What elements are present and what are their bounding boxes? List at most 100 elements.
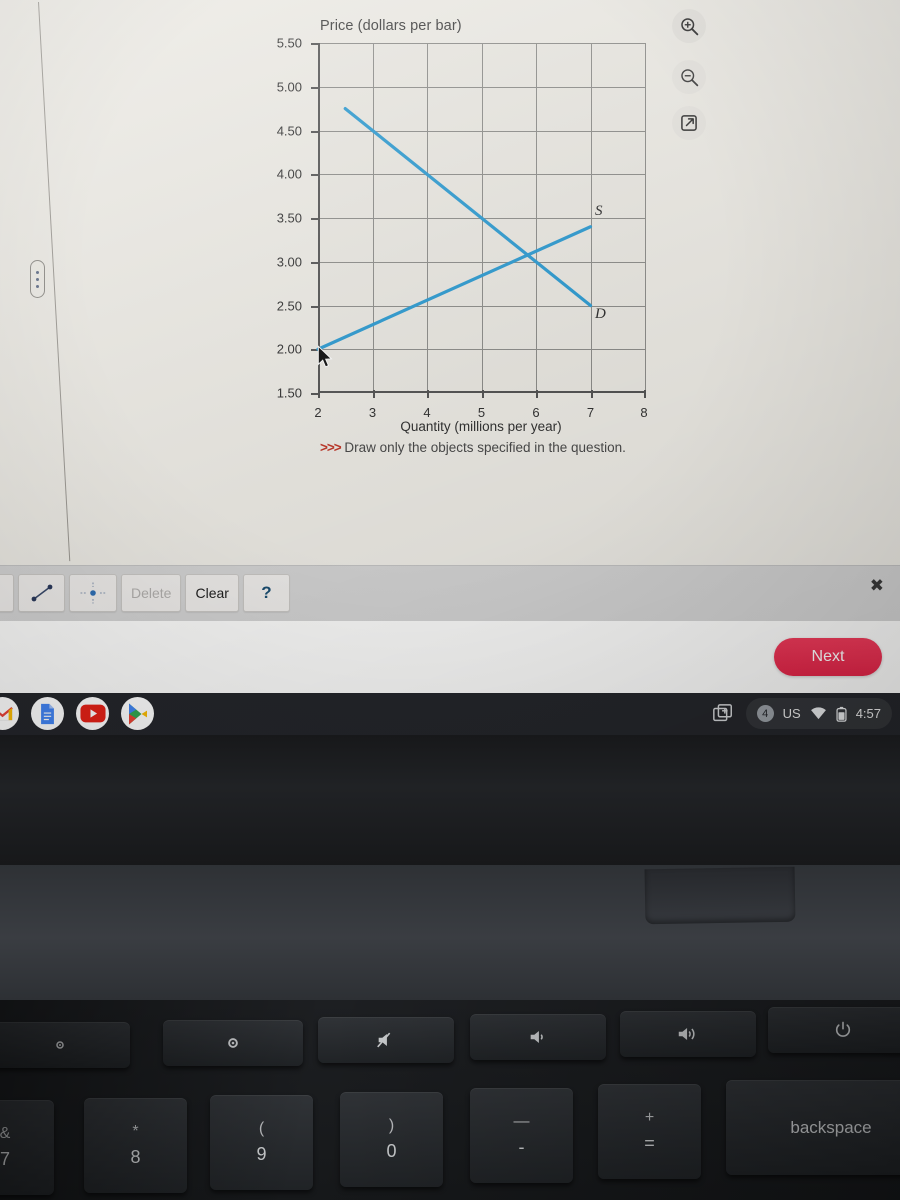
key-power[interactable] bbox=[768, 1007, 900, 1053]
delete-button[interactable]: Delete bbox=[121, 574, 182, 612]
key-lower-label: 9 bbox=[256, 1144, 267, 1164]
help-button[interactable]: ? bbox=[242, 574, 290, 612]
x-tick-label: 6 bbox=[532, 405, 540, 420]
y-tick-label: 3.50 bbox=[276, 210, 302, 226]
plot-area[interactable]: 5.50 5.00 4.50 4.00 3.50 3.00 2.50 2.00 … bbox=[277, 36, 648, 435]
demand-curve[interactable] bbox=[343, 106, 593, 308]
y-tick-label: 2.00 bbox=[276, 341, 302, 357]
gmail-icon bbox=[0, 706, 13, 720]
volume-down-icon bbox=[530, 1031, 543, 1043]
supply-curve-label: S bbox=[595, 203, 603, 219]
key-upper-label: ) bbox=[388, 1117, 395, 1134]
hint-chevrons: >>> bbox=[320, 440, 342, 455]
volume-up-icon bbox=[678, 1028, 695, 1040]
close-button[interactable]: ✖ bbox=[870, 576, 884, 596]
key-volume-down[interactable] bbox=[470, 1014, 606, 1060]
key-upper-label: * bbox=[132, 1123, 139, 1140]
key-upper-label: — bbox=[513, 1113, 530, 1130]
y-tick-label: 4.00 bbox=[276, 166, 302, 182]
key-backspace[interactable]: backspace bbox=[726, 1080, 900, 1175]
laptop-bezel-bottom bbox=[0, 735, 900, 865]
key-lower-label: 0 bbox=[386, 1141, 397, 1161]
key-equals-plus[interactable]: + = bbox=[598, 1084, 701, 1179]
laptop-screen: Price (dollars per bar) 5.50 5.00 4.50 4… bbox=[0, 0, 900, 735]
line-tool-icon bbox=[31, 584, 52, 602]
x-tick-label: 5 bbox=[477, 405, 486, 420]
x-tick-label: 8 bbox=[640, 405, 648, 420]
key-lower-label: 7 bbox=[0, 1149, 10, 1169]
system-tray[interactable]: 4 US 4:57 bbox=[745, 698, 892, 729]
hint-text: Draw only the objects specified in the q… bbox=[344, 440, 626, 455]
point-tool-icon bbox=[80, 582, 106, 604]
next-button[interactable]: Next bbox=[774, 638, 882, 676]
drawing-toolbar: Delete Clear ? ✖ bbox=[0, 565, 900, 621]
y-tick-label: 1.50 bbox=[276, 385, 302, 401]
shelf-app-docs[interactable] bbox=[31, 697, 64, 730]
pane-splitter[interactable] bbox=[18, 0, 71, 565]
screen-capture-icon bbox=[713, 704, 732, 722]
chromeos-shelf: 4 US 4:57 bbox=[0, 693, 900, 735]
key-upper-label: + bbox=[644, 1109, 655, 1126]
question-content-pane: Price (dollars per bar) 5.50 5.00 4.50 4… bbox=[0, 0, 900, 565]
shelf-app-play-store[interactable] bbox=[121, 697, 154, 730]
supply-demand-chart[interactable]: Price (dollars per bar) 5.50 5.00 4.50 4… bbox=[258, 8, 678, 435]
y-tick-label: 5.00 bbox=[276, 79, 302, 95]
x-tick-label: 7 bbox=[586, 405, 595, 420]
shelf-app-youtube[interactable] bbox=[76, 697, 109, 730]
screenshot-root: Price (dollars per bar) 5.50 5.00 4.50 4… bbox=[0, 0, 900, 1200]
docs-icon bbox=[41, 703, 54, 724]
x-tick-label: 2 bbox=[314, 405, 322, 420]
supply-curve[interactable] bbox=[316, 225, 593, 351]
demand-curve-label: D bbox=[595, 306, 606, 322]
zoom-out-icon bbox=[680, 68, 698, 86]
keyboard-layout-indicator: US bbox=[782, 706, 801, 721]
key-0-paren-close[interactable]: ) 0 bbox=[340, 1092, 443, 1187]
power-icon bbox=[835, 1021, 851, 1037]
splitter-drag-handle[interactable] bbox=[30, 260, 45, 298]
zoom-in-icon bbox=[680, 17, 698, 35]
notification-count-badge: 4 bbox=[756, 705, 774, 722]
key-mute[interactable] bbox=[318, 1017, 454, 1063]
draw-hint: >>> Draw only the objects specified in t… bbox=[320, 440, 626, 455]
key-lower-label: = bbox=[644, 1133, 655, 1153]
key-volume-up[interactable] bbox=[620, 1011, 756, 1057]
tool-blank[interactable] bbox=[0, 574, 14, 612]
key-upper-label: ( bbox=[258, 1120, 265, 1137]
x-tick-label: 3 bbox=[368, 405, 377, 420]
key-lower-label: backspace bbox=[790, 1117, 872, 1137]
tool-point-move[interactable] bbox=[69, 574, 117, 612]
clock: 4:57 bbox=[855, 706, 881, 721]
y-tick-label: 2.50 bbox=[276, 298, 302, 313]
youtube-icon bbox=[79, 704, 106, 723]
y-tick-label: 4.50 bbox=[276, 123, 302, 138]
mute-icon bbox=[377, 1032, 391, 1048]
shelf-app-gmail[interactable] bbox=[0, 697, 19, 730]
tool-line-draw[interactable] bbox=[18, 574, 65, 612]
screen-capture-button[interactable] bbox=[710, 701, 736, 727]
key-brightness-up[interactable] bbox=[163, 1020, 303, 1066]
brightness-low-icon bbox=[56, 1041, 64, 1049]
y-tick-label: 3.00 bbox=[276, 254, 302, 270]
battery-icon bbox=[836, 706, 847, 722]
key-7-ampersand[interactable]: & 7 bbox=[0, 1100, 54, 1195]
laptop-hinge bbox=[644, 866, 796, 925]
brightness-high-icon bbox=[228, 1038, 238, 1048]
laptop-keyboard: & 7 * 8 ( 9 ) 0 — - + = backspace bbox=[0, 1000, 900, 1200]
play-store-icon bbox=[128, 703, 147, 724]
key-8-asterisk[interactable]: * 8 bbox=[84, 1098, 187, 1193]
key-lower-label: - bbox=[518, 1137, 525, 1157]
clear-button[interactable]: Clear bbox=[185, 574, 239, 612]
key-9-paren-open[interactable]: ( 9 bbox=[210, 1095, 313, 1190]
x-tick-label: 4 bbox=[423, 405, 431, 420]
chart-title: Price (dollars per bar) bbox=[320, 18, 462, 34]
key-brightness-down[interactable] bbox=[0, 1022, 130, 1068]
gridline-v bbox=[645, 43, 646, 393]
mouse-cursor-icon bbox=[317, 345, 333, 368]
key-upper-label: & bbox=[0, 1125, 11, 1142]
popout-icon bbox=[681, 115, 697, 131]
x-axis-title: Quantity (millions per year) bbox=[400, 419, 562, 434]
footer-bar: Next bbox=[0, 621, 900, 693]
key-minus-underscore[interactable]: — - bbox=[470, 1088, 573, 1183]
key-lower-label: 8 bbox=[130, 1147, 141, 1167]
y-tick-label: 5.50 bbox=[276, 35, 302, 51]
